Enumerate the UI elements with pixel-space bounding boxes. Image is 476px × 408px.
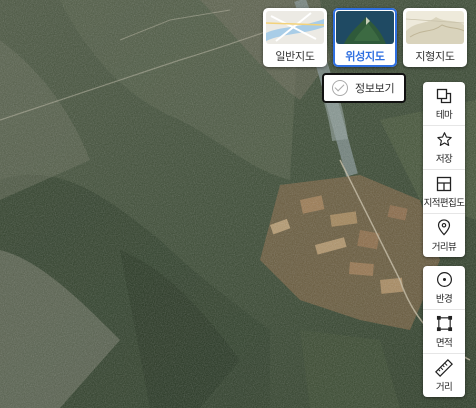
cadastral-grid-icon — [435, 175, 453, 193]
star-icon — [435, 131, 453, 149]
cadastral-map-button[interactable]: 지적편집도 — [423, 170, 465, 214]
map-type-satellite[interactable]: 위성지도 — [333, 8, 397, 67]
tool-label: 거리 — [435, 381, 453, 393]
checkmark-icon — [332, 80, 348, 96]
tool-label: 지적편집도 — [423, 197, 465, 209]
measure-tools-panel: 반경 면적 거리 — [423, 266, 465, 397]
info-toggle-button[interactable]: 정보보기 — [322, 73, 406, 103]
distance-button[interactable]: 거리 — [423, 354, 465, 397]
tool-label: 테마 — [435, 109, 453, 121]
terrain-map-thumbnail — [406, 11, 464, 44]
tool-label: 면적 — [435, 337, 453, 349]
map-type-label: 위성지도 — [345, 50, 385, 63]
radius-icon — [435, 271, 453, 289]
ruler-icon — [435, 358, 453, 377]
map-type-general[interactable]: 일반지도 — [263, 8, 327, 67]
tool-label: 저장 — [435, 153, 453, 165]
map-tools-panel: 테마 저장 지적편집도 거리뷰 — [423, 82, 465, 257]
radius-button[interactable]: 반경 — [423, 266, 465, 310]
tool-label: 반경 — [435, 293, 453, 305]
area-icon — [435, 315, 453, 333]
street-view-pin-icon — [435, 219, 453, 237]
area-button[interactable]: 면적 — [423, 310, 465, 354]
general-map-thumbnail — [266, 11, 324, 44]
layers-icon — [435, 87, 453, 105]
theme-button[interactable]: 테마 — [423, 82, 465, 126]
save-button[interactable]: 저장 — [423, 126, 465, 170]
info-toggle-label: 정보보기 — [355, 82, 395, 95]
street-view-button[interactable]: 거리뷰 — [423, 214, 465, 257]
tool-label: 거리뷰 — [431, 241, 457, 253]
satellite-map-thumbnail — [336, 11, 394, 44]
map-type-terrain[interactable]: 지형지도 — [403, 8, 467, 67]
map-type-label: 일반지도 — [275, 50, 315, 63]
map-type-label: 지형지도 — [415, 50, 455, 63]
